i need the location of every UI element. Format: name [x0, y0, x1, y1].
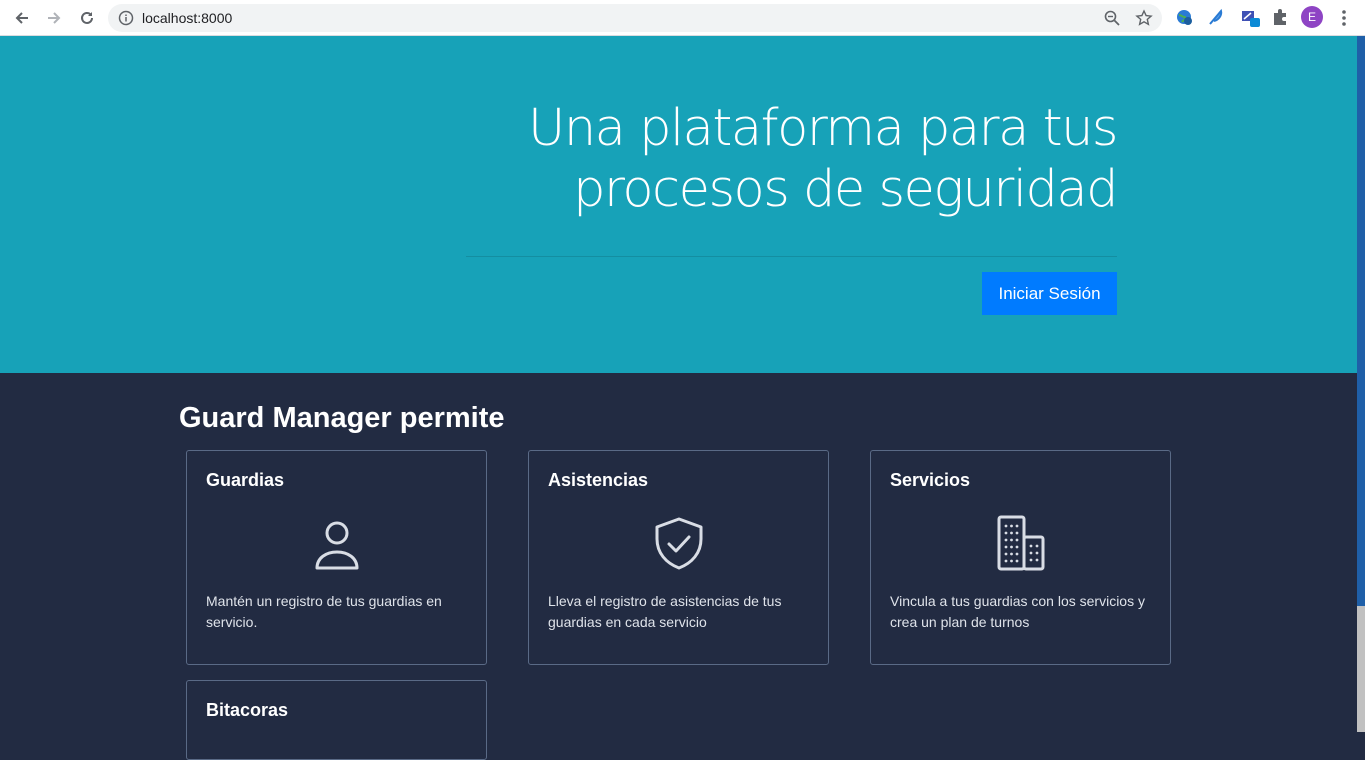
hero-title-line-1: Una plataforma para tus: [528, 99, 1118, 158]
login-button[interactable]: Iniciar Sesión: [982, 272, 1117, 315]
bookmark-star-icon[interactable]: [1135, 9, 1153, 27]
feature-card-bitacoras: Bitacoras: [186, 680, 487, 760]
card-title: Guardias: [206, 470, 285, 490]
profile-avatar[interactable]: E: [1301, 6, 1323, 28]
hero-divider: [466, 256, 1117, 257]
feature-card-servicios: Servicios Vincula a tus guardias con los…: [870, 450, 1171, 665]
cast-extension-icon[interactable]: [1240, 7, 1260, 27]
user-icon: [315, 521, 358, 570]
arrow-right-icon: [48, 12, 61, 24]
feature-card-asistencias: Asistencias Lleva el registro de asisten…: [528, 450, 829, 665]
reload-icon: [81, 11, 93, 24]
zoom-icon[interactable]: [1103, 9, 1121, 27]
card-description: Mantén un registro de tus guardias en se…: [206, 593, 442, 630]
puzzle-extensions-icon[interactable]: [1270, 7, 1290, 27]
address-bar[interactable]: localhost:8000: [108, 4, 1162, 32]
card-description: Lleva el registro de asistencias de tus …: [548, 593, 782, 630]
feature-card-guardias: Guardias Mantén un registro de tus guard…: [186, 450, 487, 665]
arrow-left-icon: [15, 12, 28, 24]
card-title: Bitacoras: [206, 700, 289, 720]
card-title: Asistencias: [548, 470, 649, 490]
forward-button[interactable]: [42, 6, 66, 30]
feather-extension-icon[interactable]: [1206, 7, 1226, 27]
info-icon[interactable]: [118, 10, 134, 26]
card-title: Servicios: [890, 470, 971, 490]
buildings-icon: [997, 515, 1044, 571]
back-button[interactable]: [10, 6, 34, 30]
hero-banner: Una plataforma para tus procesos de segu…: [0, 36, 1357, 373]
features-heading: Guard Manager permite: [179, 402, 505, 434]
scrollbar-thumb[interactable]: [1357, 36, 1365, 606]
reload-button[interactable]: [75, 6, 99, 30]
globe-extension-icon[interactable]: [1174, 7, 1194, 27]
browser-toolbar: localhost:8000 E: [0, 0, 1365, 36]
url-text[interactable]: localhost:8000: [142, 10, 232, 26]
scrollbar-lower-track: [1357, 606, 1365, 732]
shield-check-icon: [655, 517, 702, 570]
hero-title-line-2: procesos de seguridad: [573, 160, 1118, 219]
card-description: Vincula a tus guardias con los servicios…: [890, 593, 1145, 630]
more-menu-icon[interactable]: [1336, 8, 1352, 28]
hero-title: Una plataforma para tus procesos de segu…: [417, 98, 1118, 220]
